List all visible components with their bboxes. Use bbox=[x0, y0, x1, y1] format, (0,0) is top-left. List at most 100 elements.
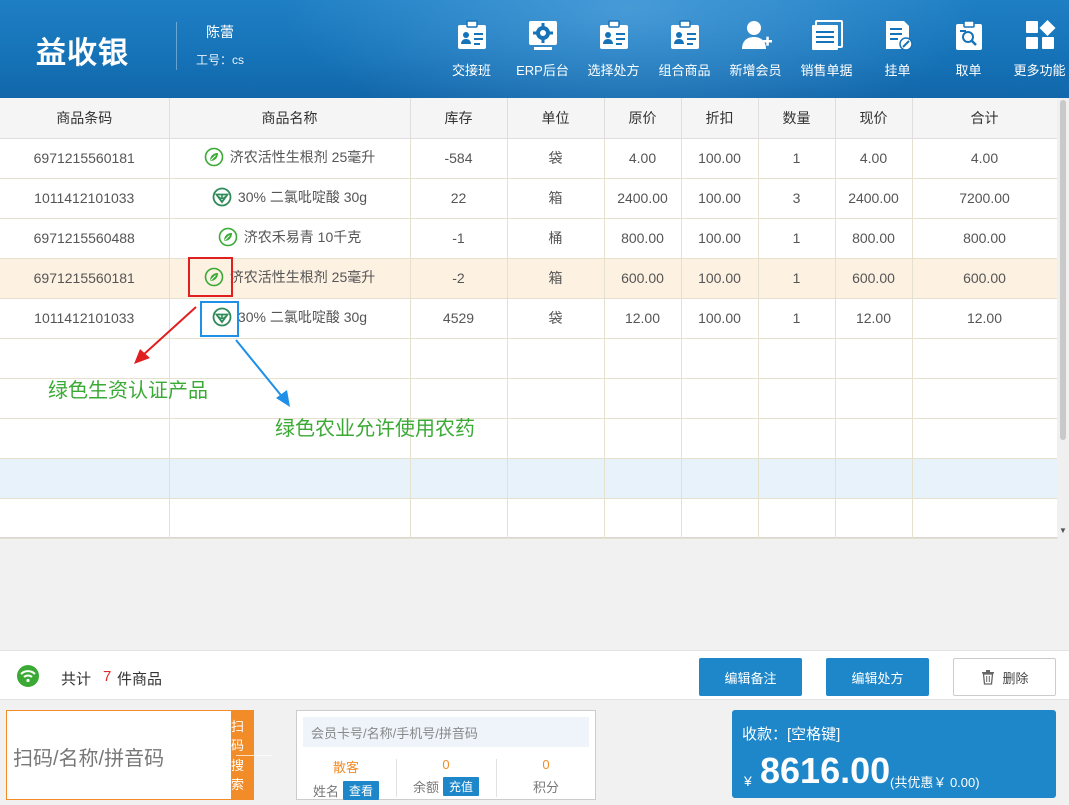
cell-total[interactable] bbox=[911, 457, 1058, 499]
cell-name[interactable] bbox=[168, 457, 411, 499]
cell-stock[interactable]: 4529 bbox=[409, 297, 508, 339]
cell-qty[interactable]: 1 bbox=[757, 257, 836, 299]
cell-total[interactable] bbox=[911, 417, 1058, 459]
cell-qty[interactable] bbox=[757, 337, 836, 379]
cell-qty[interactable]: 3 bbox=[757, 177, 836, 219]
cell-qty[interactable]: 1 bbox=[757, 137, 836, 179]
cell-unit[interactable] bbox=[506, 497, 605, 539]
cell-name[interactable]: 济农禾易青 10千克 bbox=[168, 217, 411, 259]
cell-qty[interactable]: 1 bbox=[757, 297, 836, 339]
cell-qty[interactable] bbox=[757, 497, 836, 539]
table-row[interactable] bbox=[0, 497, 1058, 539]
scan-button[interactable]: 扫码 bbox=[231, 713, 253, 757]
cell-discount[interactable]: 100.00 bbox=[680, 297, 759, 339]
cell-price[interactable] bbox=[603, 377, 682, 419]
cell-price[interactable] bbox=[603, 417, 682, 459]
cell-discount[interactable] bbox=[680, 337, 759, 379]
tool-erp-button[interactable]: ERP后台 bbox=[507, 18, 578, 84]
cell-price[interactable] bbox=[603, 497, 682, 539]
col-barcode[interactable]: 商品条码 bbox=[0, 98, 170, 139]
cell-now[interactable] bbox=[834, 377, 913, 419]
col-qty[interactable]: 数量 bbox=[757, 98, 836, 139]
cell-name[interactable]: 济农活性生根剂 25毫升 bbox=[168, 137, 411, 179]
cell-discount[interactable] bbox=[680, 377, 759, 419]
col-price[interactable]: 原价 bbox=[603, 98, 682, 139]
cell-price[interactable]: 4.00 bbox=[603, 137, 682, 179]
cell-unit[interactable]: 箱 bbox=[506, 177, 605, 219]
col-total[interactable]: 合计 bbox=[911, 98, 1058, 139]
col-discount[interactable]: 折扣 bbox=[680, 98, 759, 139]
cell-total[interactable]: 600.00 bbox=[911, 257, 1058, 299]
cell-qty[interactable] bbox=[757, 457, 836, 499]
cell-unit[interactable] bbox=[506, 377, 605, 419]
edit-prescription-button[interactable]: 编辑处方 bbox=[826, 658, 929, 696]
cell-barcode[interactable]: 1011412101033 bbox=[0, 177, 170, 219]
cell-barcode[interactable] bbox=[0, 497, 170, 539]
payment-panel[interactable]: 收款：[空格键] ¥ 8616.00 (共优惠￥ 0.00) bbox=[732, 710, 1056, 798]
table-row[interactable]: 6971215560488 济农禾易青 10千克 -1 桶 800.00 100.00 1 8… bbox=[0, 217, 1058, 259]
recharge-button[interactable]: 充值 bbox=[443, 777, 480, 796]
cell-qty[interactable] bbox=[757, 417, 836, 459]
cell-stock[interactable]: 22 bbox=[409, 177, 508, 219]
col-unit[interactable]: 单位 bbox=[506, 98, 605, 139]
scroll-down-arrow[interactable]: ▼ bbox=[1059, 526, 1067, 535]
table-row[interactable]: 1011412101033 30% 二氯吡啶酸 30g 4529 袋 12.00 100.… bbox=[0, 297, 1058, 339]
table-row[interactable]: 1011412101033 30% 二氯吡啶酸 30g 22 箱 2400.00 100.… bbox=[0, 177, 1058, 219]
table-scrollbar[interactable]: ▼ bbox=[1057, 98, 1069, 538]
cell-name[interactable]: 30% 二氯吡啶酸 30g bbox=[168, 177, 411, 219]
cell-total[interactable]: 12.00 bbox=[911, 297, 1058, 339]
cell-unit[interactable] bbox=[506, 337, 605, 379]
cell-total[interactable] bbox=[911, 377, 1058, 419]
cell-now[interactable] bbox=[834, 417, 913, 459]
table-row[interactable]: 6971215560181 济农活性生根剂 25毫升 -584 袋 4.00 100.00… bbox=[0, 137, 1058, 179]
cell-now[interactable]: 12.00 bbox=[834, 297, 913, 339]
cell-total[interactable] bbox=[911, 337, 1058, 379]
cell-now[interactable]: 800.00 bbox=[834, 217, 913, 259]
table-row[interactable] bbox=[0, 337, 1058, 379]
cell-barcode[interactable]: 1011412101033 bbox=[0, 297, 170, 339]
cell-unit[interactable]: 桶 bbox=[506, 217, 605, 259]
cell-total[interactable] bbox=[911, 497, 1058, 539]
cell-discount[interactable]: 100.00 bbox=[680, 257, 759, 299]
cell-name[interactable] bbox=[168, 337, 411, 379]
cell-total[interactable]: 4.00 bbox=[911, 137, 1058, 179]
col-stock[interactable]: 库存 bbox=[409, 98, 508, 139]
view-member-button[interactable]: 查看 bbox=[343, 781, 380, 800]
cell-stock[interactable] bbox=[409, 457, 508, 499]
col-name[interactable]: 商品名称 bbox=[168, 98, 411, 139]
cell-unit[interactable]: 袋 bbox=[506, 297, 605, 339]
tool-combo-button[interactable]: 组合商品 bbox=[649, 18, 720, 84]
tool-retrieve-order-button[interactable]: 取单 bbox=[933, 18, 1004, 84]
cell-discount[interactable]: 100.00 bbox=[680, 137, 759, 179]
cell-stock[interactable] bbox=[409, 337, 508, 379]
cell-total[interactable]: 7200.00 bbox=[911, 177, 1058, 219]
scan-input[interactable]: 扫码/名称/拼音码 bbox=[13, 742, 164, 771]
delete-button[interactable]: 删除 bbox=[953, 658, 1056, 696]
cell-barcode[interactable]: 6971215560181 bbox=[0, 137, 170, 179]
cell-barcode[interactable]: 6971215560181 bbox=[0, 257, 170, 299]
cell-discount[interactable]: 100.00 bbox=[680, 217, 759, 259]
cell-now[interactable] bbox=[834, 457, 913, 499]
cell-stock[interactable]: -1 bbox=[409, 217, 508, 259]
cell-barcode[interactable] bbox=[0, 457, 170, 499]
tool-add-member-button[interactable]: 新增会员 bbox=[720, 18, 791, 84]
cell-price[interactable]: 12.00 bbox=[603, 297, 682, 339]
cell-unit[interactable] bbox=[506, 457, 605, 499]
cell-barcode[interactable]: 6971215560488 bbox=[0, 217, 170, 259]
cell-stock[interactable]: -584 bbox=[409, 137, 508, 179]
tool-sales-doc-button[interactable]: 销售单据 bbox=[791, 18, 862, 84]
cell-barcode[interactable] bbox=[0, 337, 170, 379]
cell-now[interactable] bbox=[834, 497, 913, 539]
table-row[interactable] bbox=[0, 457, 1058, 499]
cell-stock[interactable]: -2 bbox=[409, 257, 508, 299]
cell-qty[interactable] bbox=[757, 377, 836, 419]
cell-unit[interactable]: 箱 bbox=[506, 257, 605, 299]
cell-now[interactable]: 2400.00 bbox=[834, 177, 913, 219]
tool-hold-order-button[interactable]: 挂单 bbox=[862, 18, 933, 84]
cell-now[interactable]: 4.00 bbox=[834, 137, 913, 179]
cell-discount[interactable] bbox=[680, 457, 759, 499]
cell-price[interactable]: 2400.00 bbox=[603, 177, 682, 219]
search-button[interactable]: 搜索 bbox=[231, 752, 253, 796]
tool-shift-handover-button[interactable]: 交接班 bbox=[436, 18, 507, 84]
cell-price[interactable] bbox=[603, 457, 682, 499]
